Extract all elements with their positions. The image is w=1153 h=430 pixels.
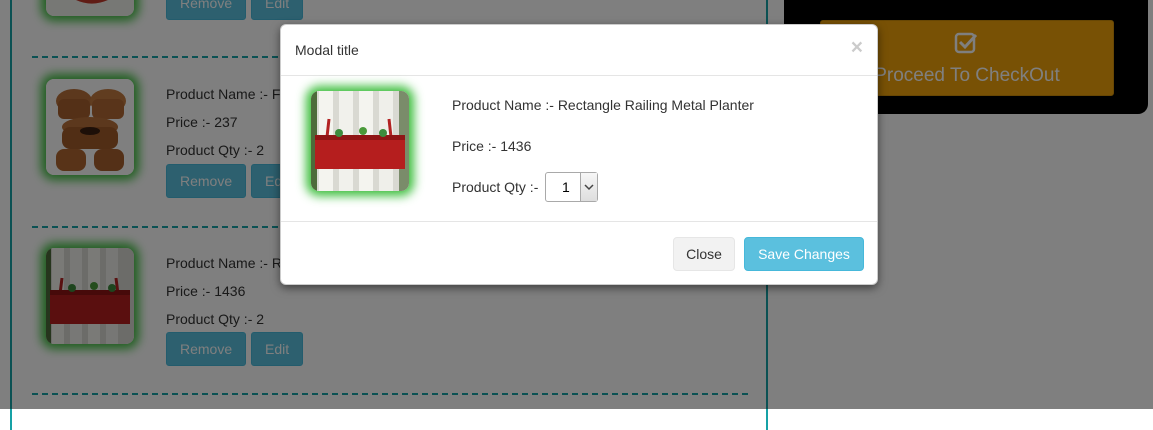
quantity-value: 1 [562, 179, 570, 195]
product-name: Product Name :- Rectangle Railing Metal … [452, 97, 754, 113]
save-changes-button[interactable]: Save Changes [744, 237, 864, 271]
product-thumbnail [311, 91, 409, 191]
close-icon[interactable]: × [851, 37, 863, 58]
modal-header: Modal title × [281, 25, 877, 76]
railing-planter-image [311, 91, 409, 191]
product-qty-label: Product Qty :- [452, 179, 539, 195]
close-button[interactable]: Close [673, 237, 735, 271]
quantity-select[interactable]: 1 [545, 172, 598, 202]
modal-title: Modal title [295, 42, 359, 58]
product-price: Price :- 1436 [452, 138, 532, 154]
chevron-down-icon [584, 184, 594, 191]
modal-body: Product Name :- Rectangle Railing Metal … [281, 76, 877, 221]
select-arrow[interactable] [580, 173, 597, 201]
edit-quantity-modal: Modal title × Product Name :- Rectangle … [280, 24, 878, 285]
modal-footer: Close Save Changes [281, 221, 877, 285]
